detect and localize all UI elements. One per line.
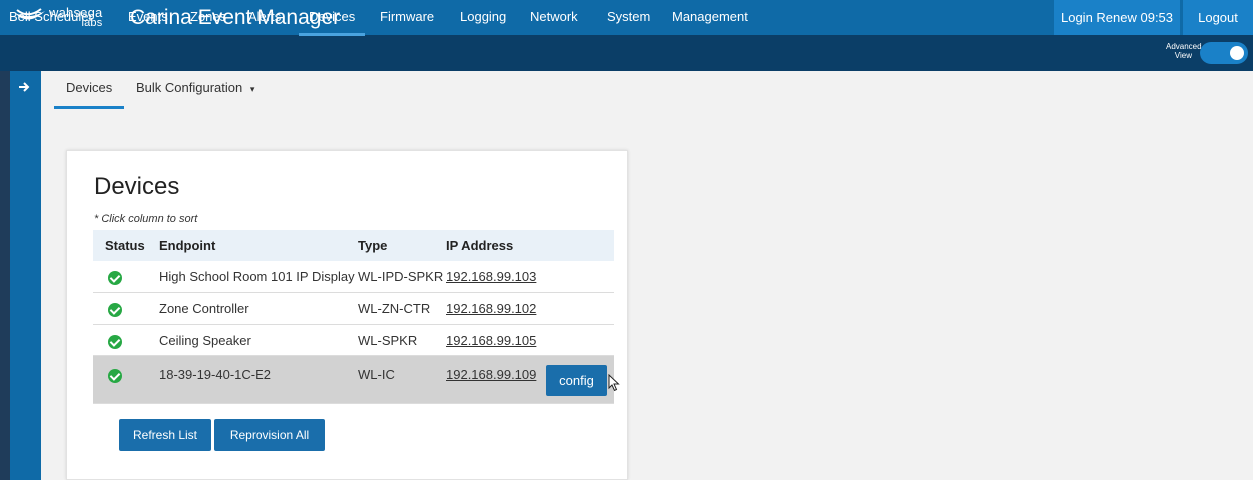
sort-hint: * Click column to sort <box>94 213 198 225</box>
endpoint-cell: Zone Controller <box>159 301 249 316</box>
advanced-view-toggle[interactable] <box>1200 42 1248 64</box>
logout-button[interactable]: Logout <box>1183 0 1253 35</box>
endpoint-cell: 18-39-19-40-1C-E2 <box>159 367 272 382</box>
column-status[interactable]: Status <box>105 238 145 254</box>
ip-link[interactable]: 192.168.99.102 <box>446 301 536 317</box>
page-title: Devices <box>94 173 180 200</box>
nav-devices[interactable]: Devices <box>298 0 366 36</box>
type-cell: WL-SPKR <box>358 333 418 348</box>
nav-system[interactable]: System <box>607 0 650 36</box>
subnav-devices[interactable]: Devices <box>66 79 112 97</box>
ip-link[interactable]: 192.168.99.105 <box>446 333 536 349</box>
nav-alerts[interactable]: Alerts <box>248 0 281 36</box>
status-ok-icon <box>108 271 122 285</box>
subnav-active-underline <box>54 106 124 109</box>
nav-events[interactable]: Events <box>128 0 168 36</box>
arrow-right-icon[interactable] <box>18 80 30 96</box>
type-cell: WL-ZN-CTR <box>358 301 431 316</box>
table-row-selected[interactable]: 18-39-19-40-1C-E2 WL-IC 192.168.99.109 c… <box>93 356 614 404</box>
status-ok-icon <box>108 335 122 349</box>
mouse-cursor-icon <box>608 373 620 397</box>
main-nav <box>0 35 1253 71</box>
config-button[interactable]: config <box>546 365 607 396</box>
endpoint-cell: Ceiling Speaker <box>159 333 251 348</box>
nav-zones[interactable]: Zones <box>190 0 226 36</box>
nav-network[interactable]: Network <box>530 0 578 36</box>
ip-link[interactable]: 192.168.99.109 <box>446 367 536 383</box>
table-row[interactable]: High School Room 101 IP Display WL-IPD-S… <box>93 261 614 293</box>
type-cell: WL-IPD-SPKR <box>358 269 444 284</box>
nav-management[interactable]: Management <box>672 0 748 36</box>
subnav-bulk-configuration[interactable]: Bulk Configuration ▾ <box>136 79 254 98</box>
advanced-view-label: Advanced View <box>1166 42 1202 60</box>
sidebar-edge <box>0 71 10 480</box>
endpoint-cell: High School Room 101 IP Display <box>159 269 355 284</box>
table-row[interactable]: Zone Controller WL-ZN-CTR 192.168.99.102 <box>93 293 614 325</box>
chevron-down-icon: ▾ <box>249 84 255 94</box>
ip-link[interactable]: 192.168.99.103 <box>446 269 536 285</box>
nav-logging[interactable]: Logging <box>460 0 506 36</box>
column-ip-address[interactable]: IP Address <box>446 238 513 254</box>
table-row[interactable]: Ceiling Speaker WL-SPKR 192.168.99.105 <box>93 325 614 356</box>
nav-firmware[interactable]: Firmware <box>380 0 434 36</box>
column-type[interactable]: Type <box>358 238 387 254</box>
login-renew-button[interactable]: Login Renew 09:53 <box>1054 0 1180 35</box>
status-ok-icon <box>108 303 122 317</box>
reprovision-all-button[interactable]: Reprovision All <box>214 419 325 451</box>
status-ok-icon <box>108 369 122 383</box>
column-endpoint[interactable]: Endpoint <box>159 238 215 254</box>
refresh-list-button[interactable]: Refresh List <box>119 419 211 451</box>
type-cell: WL-IC <box>358 367 395 382</box>
nav-bell-scheduler[interactable]: Bell Scheduler <box>9 0 93 36</box>
